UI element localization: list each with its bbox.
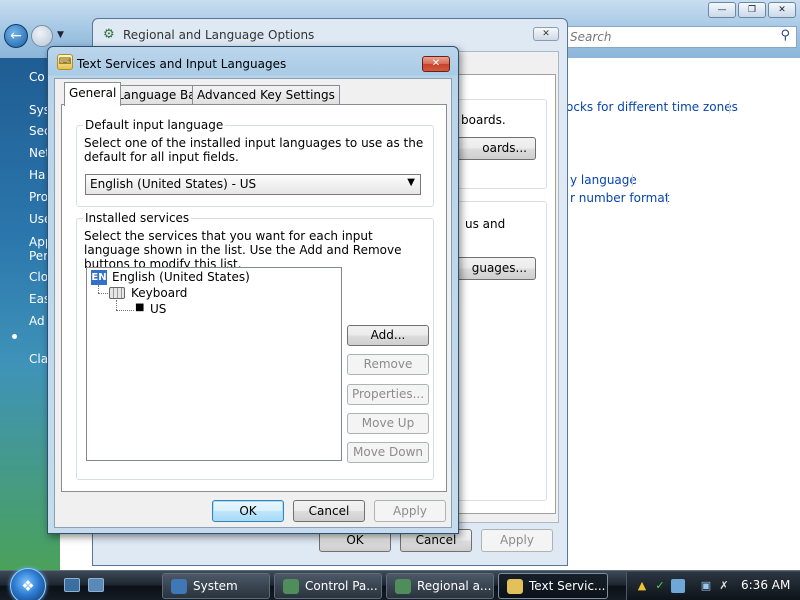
apply-button[interactable]: Apply <box>481 529 553 552</box>
taskbar-item-label: Control Pa... <box>305 579 378 593</box>
move-down-button[interactable]: Move Down <box>347 442 429 463</box>
text-services-dialog: ⌨ Text Services and Input Languages ✕ Ge… <box>47 46 459 534</box>
tree-item-language[interactable]: English (United States) <box>112 270 250 284</box>
installed-services-group: Installed services Select the services t… <box>76 211 434 480</box>
taskbar-item-text-services[interactable]: Text Servic... <box>498 573 608 599</box>
installed-services-tree[interactable]: EN English (United States) Keyboard ■ US <box>86 267 342 461</box>
globe-icon: ⚙ <box>103 27 115 42</box>
default-input-language-group: Default input language Select one of the… <box>76 118 434 207</box>
sidebar-item-clock-language[interactable]: Clo <box>29 270 48 284</box>
network-icon[interactable]: ▣ <box>699 579 713 593</box>
installed-services-legend: Installed services <box>83 211 192 225</box>
language-badge: EN <box>91 270 107 285</box>
installed-services-description: Select the services that you want for ea… <box>84 229 402 271</box>
keyboard-languages-icon <box>507 579 523 594</box>
window-title: Regional and Language Options <box>123 28 315 42</box>
current-section-bullet <box>12 334 17 339</box>
apply-button[interactable]: Apply <box>374 500 446 522</box>
tree-connector <box>98 285 99 293</box>
display-language-group <box>451 201 547 501</box>
globe-icon <box>395 579 411 594</box>
keyboard-languages-icon: ⌨ <box>57 54 73 70</box>
system-tray: ▲ ✓ ▣ ✗ 6:36 AM <box>626 572 800 600</box>
tab-advanced-key-settings[interactable]: Advanced Key Settings <box>192 85 340 105</box>
computer-icon <box>171 579 187 594</box>
chevron-down-icon[interactable]: ▼ <box>407 177 415 188</box>
change-keyboards-button[interactable]: oards... <box>456 137 536 160</box>
default-input-language-legend: Default input language <box>83 118 226 132</box>
forward-button[interactable] <box>31 25 53 47</box>
link-separator <box>667 192 668 204</box>
switch-windows-icon[interactable] <box>88 578 104 592</box>
show-desktop-icon[interactable] <box>64 578 80 592</box>
move-up-button[interactable]: Move Up <box>347 413 429 434</box>
minimize-button[interactable]: — <box>708 2 736 18</box>
sidebar-item-control-panel-home[interactable]: Co <box>29 70 45 84</box>
link-display-language[interactable]: y language <box>570 173 637 187</box>
link-separator <box>632 174 633 186</box>
add-button[interactable]: Add... <box>347 325 429 346</box>
taskbar-item-control-panel[interactable]: Control Pa... <box>274 573 382 599</box>
ok-button[interactable]: OK <box>212 500 284 522</box>
control-panel-icon <box>283 579 299 594</box>
general-tab-panel: Default input language Select one of the… <box>61 104 447 492</box>
taskbar: ❖ System Control Pa... Regional a... Tex… <box>0 568 800 600</box>
sidebar-item-programs[interactable]: Pro <box>29 190 48 204</box>
close-button[interactable]: ✕ <box>533 27 559 41</box>
remove-button[interactable]: Remove <box>347 354 429 375</box>
install-languages-button[interactable]: guages... <box>456 257 536 280</box>
tree-connector <box>116 300 117 310</box>
volume-muted-icon[interactable]: ✗ <box>717 579 731 593</box>
maximize-button[interactable]: ❐ <box>738 2 766 18</box>
tree-item-keyboard[interactable]: Keyboard <box>131 286 187 300</box>
keyboard-icon <box>109 287 125 299</box>
tree-item-layout[interactable]: US <box>150 302 166 316</box>
default-input-language-description: Select one of the installed input langua… <box>84 136 424 164</box>
start-button[interactable]: ❖ <box>10 568 46 600</box>
sidebar-item-additional-options[interactable]: Ad <box>29 314 45 328</box>
taskbar-item-label: Text Servic... <box>529 579 606 593</box>
sidebar-item-hardware[interactable]: Ha <box>29 168 45 182</box>
back-button[interactable]: ← <box>4 24 28 48</box>
dialog-title: Text Services and Input Languages <box>77 57 287 71</box>
link-number-format[interactable]: r number format <box>570 191 669 205</box>
default-language-dropdown[interactable]: English (United States) - US ▼ <box>85 174 421 195</box>
cancel-button[interactable]: Cancel <box>293 500 365 522</box>
keyboards-description: boards. <box>461 113 506 127</box>
recent-pages-dropdown[interactable]: ▼ <box>57 30 64 40</box>
tree-connector <box>98 293 108 294</box>
clock[interactable]: 6:36 AM <box>741 578 790 592</box>
dropdown-selected-value: English (United States) - US <box>90 177 257 191</box>
checkmark-icon[interactable]: ✓ <box>653 579 667 593</box>
sidebar-item-classic-view[interactable]: Cla <box>29 352 48 366</box>
security-shield-icon[interactable]: ▲ <box>635 579 649 593</box>
taskbar-item-system[interactable]: System <box>162 573 270 599</box>
link-time-zones[interactable]: ocks for different time zones <box>566 100 738 114</box>
close-button[interactable]: ✕ <box>768 2 796 18</box>
taskbar-item-label: System <box>193 579 238 593</box>
search-input[interactable]: Search ⚲ <box>563 26 797 48</box>
taskbar-item-regional[interactable]: Regional a... <box>386 573 494 599</box>
tree-bullet: ■ <box>135 302 145 313</box>
link-separator <box>729 101 730 113</box>
properties-button[interactable]: Properties... <box>347 384 429 405</box>
sidebar-item-personalization[interactable]: Per <box>29 249 48 263</box>
search-placeholder: Search <box>570 30 612 44</box>
tree-connector <box>116 310 134 311</box>
window-caption-buttons: — ❐ ✕ <box>708 2 796 18</box>
tab-general[interactable]: General <box>64 82 122 106</box>
taskbar-item-label: Regional a... <box>417 579 492 593</box>
language-bar-icon[interactable] <box>671 579 685 593</box>
display-language-description: us and <box>465 217 506 231</box>
search-icon[interactable]: ⚲ <box>780 28 790 43</box>
close-button[interactable]: ✕ <box>422 56 450 72</box>
dialog-client-area: General Language Bar Advanced Key Settin… <box>54 78 452 528</box>
